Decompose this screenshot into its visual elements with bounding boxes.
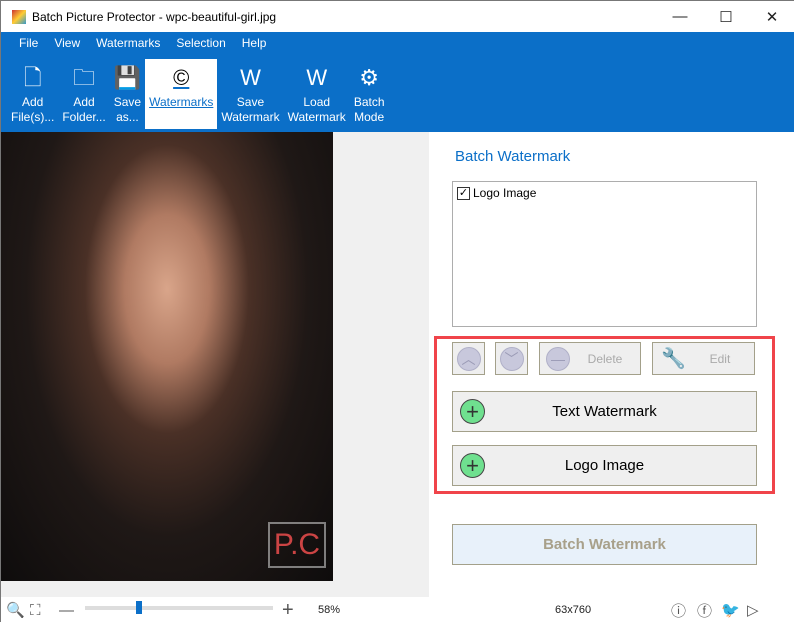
menu-watermarks[interactable]: Watermarks xyxy=(88,36,168,54)
menu-file[interactable]: File xyxy=(11,36,46,54)
tool-label: Mode xyxy=(354,110,385,124)
logo-watermark-preview: P.C xyxy=(268,522,326,568)
watermark-panel: Batch Watermark ✓ Logo Image ︿ ﹀ — Delet… xyxy=(429,132,794,597)
plus-icon: + xyxy=(460,453,485,478)
tool-label: Load xyxy=(303,95,331,109)
tool-label: Watermark xyxy=(287,110,346,124)
toolbar-gear-button[interactable]: ⚙ Batch Mode xyxy=(350,59,389,129)
zoom-slider-thumb[interactable] xyxy=(135,601,142,614)
logo-image-label: Logo Image xyxy=(564,457,645,474)
edit-button[interactable]: 🔧 Edit xyxy=(652,342,755,375)
delete-label: Delete xyxy=(587,351,623,366)
zoom-out-icon[interactable]: — xyxy=(59,602,74,619)
image-dimensions: 63x760 xyxy=(555,604,592,616)
toolbar: 🗋 Add File(s)... 🗀 Add Folder... 💾 Save as... © Wa… xyxy=(7,59,389,129)
menu-bar: File View Watermarks Selection Help xyxy=(1,32,794,54)
watermark-list[interactable]: ✓ Logo Image xyxy=(452,181,757,327)
tool-label: Batch xyxy=(353,95,385,109)
window-title: Batch Picture Protector - wpc-beautiful-… xyxy=(32,9,277,24)
menu-view[interactable]: View xyxy=(46,36,88,54)
toolbar-save-watermark-button[interactable]: W Save Watermark xyxy=(217,59,283,129)
text-watermark-button[interactable]: + Text Watermark xyxy=(452,391,757,432)
chevron-down-icon: ﹀ xyxy=(499,346,524,371)
minus-icon: — xyxy=(546,346,570,371)
checkbox[interactable]: ✓ xyxy=(457,186,470,200)
tool-label: Watermarks xyxy=(149,95,214,109)
text-watermark-label: Text Watermark xyxy=(552,403,657,420)
toolbar-folder-plus-button[interactable]: 🗀 Add Folder... xyxy=(58,59,109,129)
save-icon: 💾 xyxy=(113,64,142,90)
tool-label: Add xyxy=(21,95,44,109)
list-item-label: Logo Image xyxy=(473,186,537,200)
panel-title: Batch Watermark xyxy=(455,148,571,165)
folder-plus-icon: 🗀 xyxy=(73,64,96,90)
close-button[interactable]: ✕ xyxy=(749,1,794,32)
tool-label: Add xyxy=(73,95,95,109)
youtube-icon[interactable]: ▷ xyxy=(747,601,759,619)
maximize-button[interactable]: ☐ xyxy=(703,1,749,32)
batch-watermark-button[interactable]: Batch Watermark xyxy=(452,524,757,565)
delete-button[interactable]: — Delete xyxy=(539,342,641,375)
tool-label: as... xyxy=(116,110,139,124)
zoom-slider[interactable] xyxy=(85,601,273,614)
copyright-icon: © xyxy=(173,64,190,90)
image-preview-area: P.C xyxy=(1,132,429,597)
zoom-in-icon[interactable]: + xyxy=(282,599,294,622)
fit-screen-icon[interactable]: ⛶ xyxy=(30,602,41,619)
tool-label: Save xyxy=(236,95,265,109)
menu-selection[interactable]: Selection xyxy=(168,36,233,54)
menu-help[interactable]: Help xyxy=(234,36,275,54)
file-plus-icon: 🗋 xyxy=(23,64,42,90)
zoom-level: 58% xyxy=(318,604,341,616)
chevron-up-icon: ︿ xyxy=(456,346,481,371)
ribbon: File View Watermarks Selection Help 🗋 Add… xyxy=(1,32,794,132)
title-bar: Batch Picture Protector - wpc-beautiful-… xyxy=(1,1,794,32)
tool-label: Folder... xyxy=(62,110,106,124)
toolbar-load-watermark-button[interactable]: W Load Watermark xyxy=(284,59,350,129)
zoom-actual-icon[interactable]: 🔍 xyxy=(6,601,25,619)
status-bar: 🔍 ⛶ — + 58% 63x760 ⓘ ⓕ 🐦 ▷ xyxy=(1,597,794,623)
toolbar-save-button[interactable]: 💾 Save as... xyxy=(110,59,145,129)
minimize-button[interactable]: — xyxy=(657,1,703,32)
toolbar-copyright-button[interactable]: © Watermarks xyxy=(145,59,218,129)
toolbar-file-plus-button[interactable]: 🗋 Add File(s)... xyxy=(7,59,58,129)
save-watermark-icon: W xyxy=(240,64,261,90)
move-up-button[interactable]: ︿ xyxy=(452,342,485,375)
tool-label: Watermark xyxy=(221,110,280,124)
app-icon xyxy=(12,9,26,24)
tool-label: File(s)... xyxy=(11,110,55,124)
twitter-icon[interactable]: 🐦 xyxy=(721,601,740,619)
wrench-icon: 🔧 xyxy=(661,348,686,370)
logo-image-button[interactable]: + Logo Image xyxy=(452,445,757,486)
gear-icon: ⚙ xyxy=(359,64,380,90)
preview-photo xyxy=(1,132,333,581)
plus-icon: + xyxy=(460,399,485,424)
facebook-icon[interactable]: ⓕ xyxy=(697,600,712,621)
info-icon[interactable]: ⓘ xyxy=(671,600,686,621)
edit-label: Edit xyxy=(709,351,731,366)
list-item[interactable]: ✓ Logo Image xyxy=(457,186,752,200)
move-down-button[interactable]: ﹀ xyxy=(495,342,528,375)
tool-label: Save xyxy=(113,95,142,109)
load-watermark-icon: W xyxy=(306,64,328,90)
